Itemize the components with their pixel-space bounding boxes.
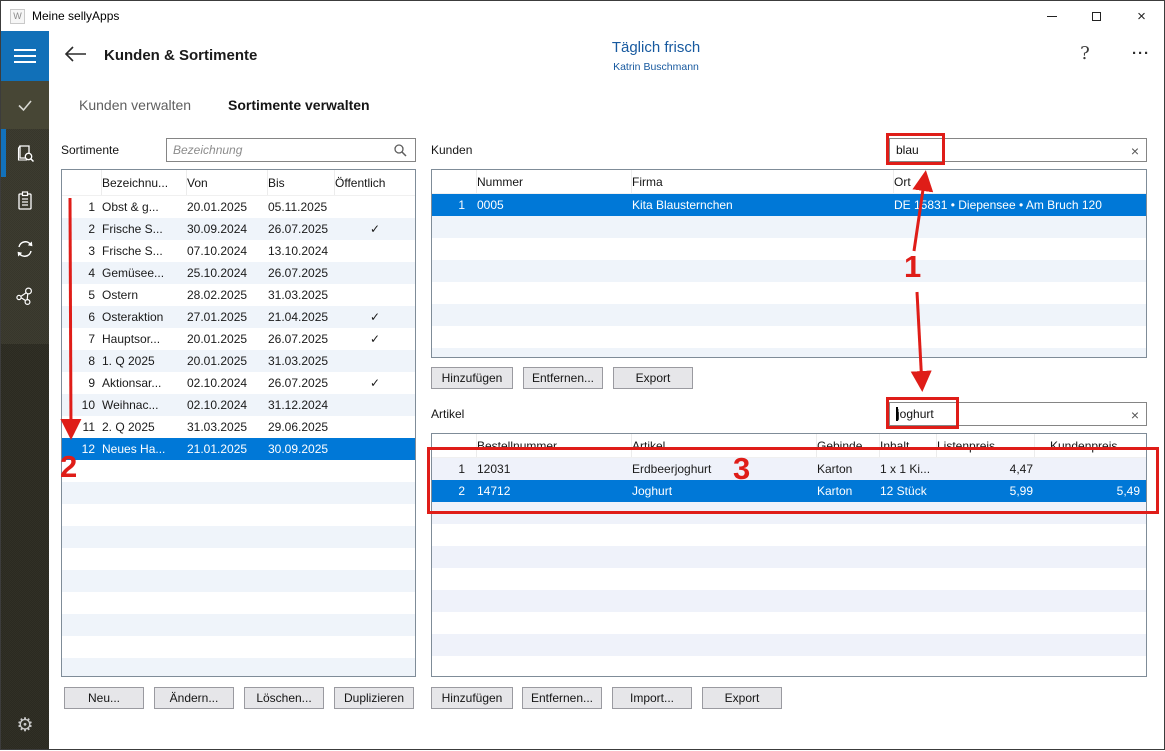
sortimente-label: Sortimente <box>61 143 119 157</box>
window-title: Meine sellyApps <box>32 9 119 23</box>
sortimente-table: Bezeichnu... Von Bis Öffentlich 1Obst & … <box>61 169 416 677</box>
aendern-button[interactable]: Ändern... <box>154 687 234 709</box>
minimize-button[interactable] <box>1029 1 1074 31</box>
sidebar-item-tasks[interactable] <box>1 81 49 129</box>
column-header-kundenpreis[interactable]: Kundenpreis <box>1035 434 1146 457</box>
sidebar-item-sync[interactable] <box>1 225 49 273</box>
sortimente-search-placeholder: Bezeichnung <box>173 143 242 157</box>
tab-kunden-verwalten[interactable]: Kunden verwalten <box>79 97 191 113</box>
duplizieren-button[interactable]: Duplizieren <box>334 687 414 709</box>
column-header-bis[interactable]: Bis <box>268 170 335 195</box>
table-row-selected[interactable]: 1 0005 Kita Blausternchen DE 15831 • Die… <box>432 194 1146 216</box>
kunden-hinzufuegen-button[interactable]: Hinzufügen <box>431 367 513 389</box>
table-row[interactable]: 1Obst & g...20.01.202505.11.2025 <box>62 196 415 218</box>
sortimente-table-header: Bezeichnu... Von Bis Öffentlich <box>62 170 415 196</box>
back-button[interactable] <box>63 43 89 65</box>
artikel-label: Artikel <box>431 407 464 421</box>
artikel-table-header: Bestellnummer Artikel Gebinde Inhalt Lis… <box>432 434 1146 458</box>
column-header-gebinde[interactable]: Gebinde <box>817 434 880 457</box>
hamburger-menu-button[interactable] <box>1 31 49 81</box>
kunden-search-input[interactable]: blau × <box>889 138 1147 162</box>
table-row[interactable]: 4Gemüsee...25.10.202426.07.2025 <box>62 262 415 284</box>
table-row[interactable]: 1 12031 Erdbeerjoghurt Karton 1 x 1 Ki..… <box>432 458 1146 480</box>
column-header-bestellnummer[interactable]: Bestellnummer <box>477 434 632 457</box>
clipboard-icon <box>14 190 36 212</box>
sortimente-search-input[interactable]: Bezeichnung <box>166 138 416 162</box>
artikel-entfernen-button[interactable]: Entfernen... <box>522 687 602 709</box>
kunden-search-value: blau <box>896 143 919 157</box>
artikel-export-button[interactable]: Export <box>702 687 782 709</box>
maximize-icon <box>1092 12 1101 21</box>
column-header-artikel[interactable]: Artikel <box>632 434 817 457</box>
kunden-table-header: Nummer Firma Ort <box>432 170 1146 194</box>
kunden-entfernen-button[interactable]: Entfernen... <box>523 367 603 389</box>
close-button[interactable]: × <box>1119 1 1164 31</box>
column-header-nummer[interactable]: Nummer <box>477 170 632 193</box>
table-row[interactable]: 10Weihnac...02.10.202431.12.2024 <box>62 394 415 416</box>
table-row[interactable]: 6Osteraktion27.01.202521.04.2025✓ <box>62 306 415 328</box>
tab-sortimente-verwalten[interactable]: Sortimente verwalten <box>228 97 370 113</box>
account-name: Täglich frisch <box>556 39 756 56</box>
share-icon <box>13 285 37 309</box>
clear-icon[interactable]: × <box>1131 142 1139 160</box>
table-row[interactable]: 9Aktionsar...02.10.202426.07.2025✓ <box>62 372 415 394</box>
column-header-bezeichnung[interactable]: Bezeichnu... <box>102 170 187 195</box>
minimize-icon <box>1047 16 1057 17</box>
account-user: Katrin Buschmann <box>556 61 756 73</box>
sidebar: ⚙ <box>1 31 49 749</box>
check-icon <box>15 95 35 115</box>
gear-icon: ⚙ <box>16 714 33 737</box>
titlebar: W Meine sellyApps × <box>1 1 1164 31</box>
ellipsis-icon: ··· <box>1132 45 1150 62</box>
kunden-table: Nummer Firma Ort 1 0005 Kita Blausternch… <box>431 169 1147 358</box>
sync-icon <box>13 237 37 261</box>
table-row[interactable]: 3Frische S...07.10.202413.10.2024 <box>62 240 415 262</box>
app-logo-icon: W <box>10 9 25 24</box>
table-row[interactable]: 7Hauptsor...20.01.202526.07.2025✓ <box>62 328 415 350</box>
help-button[interactable]: ? <box>1073 43 1097 69</box>
kunden-label: Kunden <box>431 143 472 157</box>
more-options-button[interactable]: ··· <box>1127 45 1155 65</box>
column-header-firma[interactable]: Firma <box>632 170 894 193</box>
app-window: W Meine sellyApps × <box>0 0 1165 750</box>
column-header-listenpreis[interactable]: Listenpreis <box>937 434 1035 457</box>
sidebar-item-share[interactable] <box>1 273 49 321</box>
selected-indicator <box>1 129 6 177</box>
page-title: Kunden & Sortimente <box>104 47 257 64</box>
account-info[interactable]: Täglich frisch Katrin Buschmann <box>556 39 756 73</box>
table-row[interactable]: 112. Q 202531.03.202529.06.2025 <box>62 416 415 438</box>
clear-icon[interactable]: × <box>1131 406 1139 424</box>
settings-button[interactable]: ⚙ <box>1 703 49 747</box>
artikel-search-value: joghurt <box>897 407 934 421</box>
maximize-button[interactable] <box>1074 1 1119 31</box>
table-row-selected[interactable]: 2 14712 Joghurt Karton 12 Stück 5,99 5,4… <box>432 480 1146 502</box>
column-header-inhalt[interactable]: Inhalt <box>880 434 937 457</box>
artikel-import-button[interactable]: Import... <box>612 687 692 709</box>
artikel-search-input[interactable]: joghurt × <box>889 402 1147 426</box>
table-row[interactable]: 5Ostern28.02.202531.03.2025 <box>62 284 415 306</box>
sidebar-item-assortments[interactable] <box>1 129 49 177</box>
kunden-export-button[interactable]: Export <box>613 367 693 389</box>
artikel-hinzufuegen-button[interactable]: Hinzufügen <box>431 687 513 709</box>
sidebar-item-orders[interactable] <box>1 177 49 225</box>
column-header-von[interactable]: Von <box>187 170 268 195</box>
search-icon <box>393 143 408 158</box>
assortment-search-icon <box>14 142 36 164</box>
close-icon: × <box>1137 9 1146 24</box>
back-arrow-icon <box>63 43 89 65</box>
table-row[interactable]: 2Frische S...30.09.202426.07.2025✓ <box>62 218 415 240</box>
loeschen-button[interactable]: Löschen... <box>244 687 324 709</box>
neu-button[interactable]: Neu... <box>64 687 144 709</box>
artikel-table: Bestellnummer Artikel Gebinde Inhalt Lis… <box>431 433 1147 677</box>
help-icon: ? <box>1080 43 1090 64</box>
column-header-ort[interactable]: Ort <box>894 170 1146 193</box>
column-header-oeffentlich[interactable]: Öffentlich <box>335 170 415 195</box>
table-row[interactable]: 81. Q 202520.01.202531.03.2025 <box>62 350 415 372</box>
table-row-selected[interactable]: 12Neues Ha...21.01.202530.09.2025 <box>62 438 415 460</box>
